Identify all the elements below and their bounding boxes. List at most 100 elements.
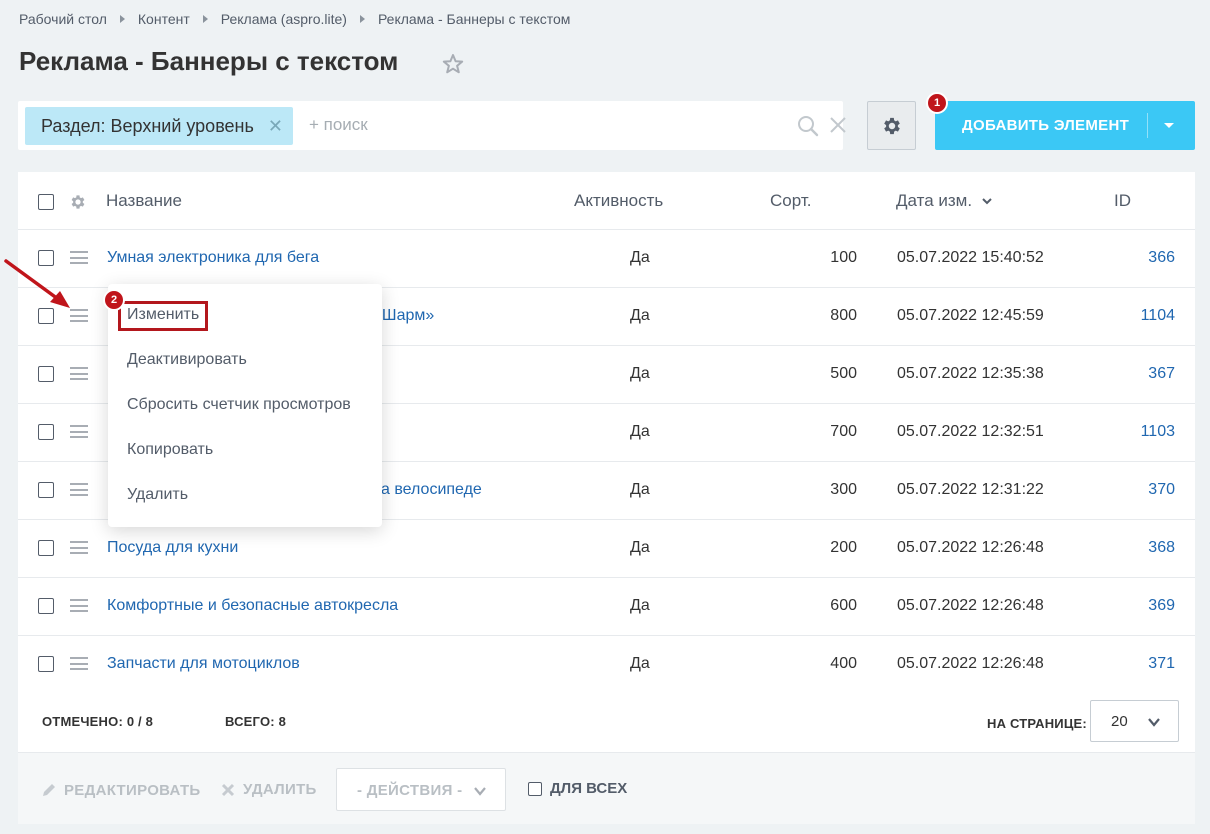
row-active: Да [630, 249, 650, 266]
checked-label: ОТМЕЧЕНО: [42, 714, 123, 729]
row-menu-icon[interactable] [70, 541, 88, 554]
row-date: 05.07.2022 12:26:48 [897, 655, 1044, 672]
table-row[interactable]: Посуда для кухни Да 200 05.07.2022 12:26… [18, 520, 1195, 578]
group-actions-bar: РЕДАКТИРОВАТЬ УДАЛИТЬ - ДЕЙСТВИЯ - ДЛЯ В… [18, 752, 1195, 824]
row-id-link[interactable]: 369 [1148, 597, 1175, 615]
row-date: 05.07.2022 12:26:48 [897, 597, 1044, 614]
close-icon[interactable]: ✕ [268, 116, 283, 137]
divider [1147, 113, 1148, 138]
edit-button[interactable]: РЕДАКТИРОВАТЬ [40, 781, 201, 799]
search-icon[interactable] [797, 115, 819, 137]
row-name-link[interactable]: «Шарм» [373, 307, 434, 325]
column-header-date[interactable]: Дата изм. [896, 191, 993, 211]
for-all-toggle[interactable]: ДЛЯ ВСЕХ [528, 780, 627, 797]
row-active: Да [630, 597, 650, 614]
row-name-link[interactable]: Умная электроника для бега [107, 249, 319, 267]
breadcrumb-separator-icon [359, 15, 365, 23]
row-context-menu: Изменить Деактивировать Сбросить счетчик… [108, 284, 382, 527]
select-all-checkbox[interactable] [38, 194, 54, 210]
row-checkbox[interactable] [38, 366, 54, 382]
for-all-checkbox[interactable] [528, 781, 542, 796]
table-row[interactable]: Умная электроника для бега Да 100 05.07.… [18, 230, 1195, 288]
row-sort: 100 [830, 249, 857, 266]
breadcrumb-item-desktop[interactable]: Рабочий стол [19, 11, 107, 27]
row-name-link[interactable]: Посуда для кухни [107, 539, 238, 557]
gear-icon[interactable] [69, 193, 87, 211]
column-header-id[interactable]: ID [1114, 191, 1131, 211]
close-icon [221, 783, 235, 796]
breadcrumb-item-ads[interactable]: Реклама (aspro.lite) [221, 11, 347, 27]
column-header-active[interactable]: Активность [574, 191, 663, 211]
row-id-link[interactable]: 367 [1148, 365, 1175, 383]
filter-tag[interactable]: Раздел: Верхний уровень ✕ [25, 107, 293, 145]
filter-tag-label: Раздел: Верхний уровень [41, 115, 254, 136]
filter-search-bar[interactable]: Раздел: Верхний уровень ✕ [18, 101, 846, 150]
row-name-link[interactable]: Запчасти для мотоциклов [107, 655, 300, 673]
checked-counter: ОТМЕЧЕНО: 0 / 8 [42, 714, 153, 729]
chevron-down-icon [474, 787, 486, 796]
row-sort: 200 [830, 539, 857, 556]
row-id-link[interactable]: 366 [1148, 249, 1175, 267]
row-date: 05.07.2022 12:32:51 [897, 423, 1044, 440]
clear-icon[interactable] [829, 116, 847, 134]
row-menu-icon[interactable] [70, 367, 88, 380]
row-active: Да [630, 539, 650, 556]
row-id-link[interactable]: 1104 [1141, 307, 1175, 325]
row-sort: 600 [830, 597, 857, 614]
menu-item-copy[interactable]: Копировать [127, 441, 213, 459]
row-checkbox[interactable] [38, 424, 54, 440]
breadcrumb-item-current[interactable]: Реклама - Баннеры с текстом [378, 11, 570, 27]
row-active: Да [630, 481, 650, 498]
page-size-value: 20 [1111, 713, 1128, 730]
delete-button[interactable]: УДАЛИТЬ [221, 781, 317, 798]
star-icon[interactable] [441, 52, 465, 76]
row-checkbox[interactable] [38, 656, 54, 672]
row-date: 05.07.2022 12:45:59 [897, 307, 1044, 324]
gear-icon [883, 117, 900, 134]
row-id-link[interactable]: 368 [1148, 539, 1175, 557]
row-date: 05.07.2022 12:26:48 [897, 539, 1044, 556]
total-value: 8 [278, 714, 287, 729]
page-size-select[interactable]: 20 [1090, 700, 1179, 742]
per-page-label: НА СТРАНИЦЕ: [987, 716, 1087, 731]
row-checkbox[interactable] [38, 482, 54, 498]
search-input[interactable] [307, 114, 747, 136]
actions-select[interactable]: - ДЕЙСТВИЯ - [336, 768, 506, 811]
edit-label: РЕДАКТИРОВАТЬ [64, 781, 201, 799]
row-sort: 700 [830, 423, 857, 440]
settings-button[interactable] [867, 101, 916, 150]
total-counter: ВСЕГО: 8 [225, 714, 286, 729]
annotation-badge-2: 2 [103, 289, 125, 311]
row-active: Да [630, 307, 650, 324]
row-name-link[interactable]: Комфортные и безопасные автокресла [107, 597, 398, 615]
row-menu-icon[interactable] [70, 425, 88, 438]
table-row[interactable]: Комфортные и безопасные автокресла Да 60… [18, 578, 1195, 636]
annotation-arrow-icon [4, 259, 70, 308]
row-name-link[interactable]: а велосипеде [381, 481, 482, 499]
menu-item-deactivate[interactable]: Деактивировать [127, 351, 247, 369]
chevron-down-icon [982, 198, 992, 205]
row-sort: 800 [830, 307, 857, 324]
chevron-down-icon[interactable] [1164, 123, 1174, 128]
row-id-link[interactable]: 1103 [1141, 423, 1175, 441]
pencil-icon [43, 784, 55, 796]
row-menu-icon[interactable] [70, 599, 88, 612]
row-menu-icon[interactable] [70, 483, 88, 496]
row-menu-icon[interactable] [70, 657, 88, 670]
table-row[interactable]: Запчасти для мотоциклов Да 400 05.07.202… [18, 636, 1195, 694]
chevron-down-icon [1148, 718, 1160, 727]
table-footer: ОТМЕЧЕНО: 0 / 8 ВСЕГО: 8 НА СТРАНИЦЕ: 20 [18, 692, 1195, 752]
column-header-name[interactable]: Название [106, 191, 182, 211]
breadcrumb-item-content[interactable]: Контент [138, 11, 190, 27]
add-element-button[interactable]: ДОБАВИТЬ ЭЛЕМЕНТ [935, 101, 1195, 150]
column-header-sort[interactable]: Сорт. [770, 191, 811, 211]
row-id-link[interactable]: 371 [1148, 655, 1175, 673]
page-title: Реклама - Баннеры с текстом [19, 46, 399, 76]
menu-item-reset-views[interactable]: Сбросить счетчик просмотров [127, 396, 351, 414]
row-id-link[interactable]: 370 [1148, 481, 1175, 499]
menu-item-edit[interactable]: Изменить [127, 306, 199, 324]
breadcrumb: Рабочий стол Контент Реклама (aspro.lite… [19, 11, 570, 27]
row-checkbox[interactable] [38, 598, 54, 614]
row-checkbox[interactable] [38, 540, 54, 556]
menu-item-delete[interactable]: Удалить [127, 486, 188, 504]
